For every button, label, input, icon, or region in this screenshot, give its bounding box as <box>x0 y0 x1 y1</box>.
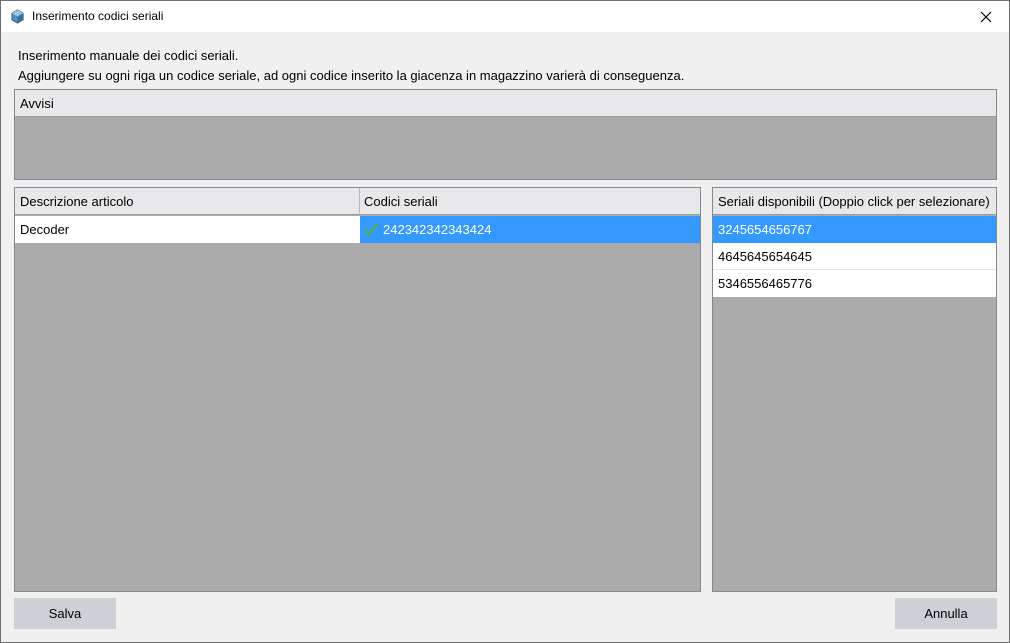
available-serials-header[interactable]: Seriali disponibili (Doppio click per se… <box>713 188 996 215</box>
avvisi-panel: Avvisi <box>14 89 997 180</box>
table-row[interactable]: Decoder 242342342343424 <box>15 216 700 243</box>
cancel-button[interactable]: Annulla <box>895 598 997 629</box>
dialog-window: Inserimento codici seriali Inserimento m… <box>0 0 1010 643</box>
title-bar: Inserimento codici seriali <box>1 1 1009 32</box>
avvisi-header: Avvisi <box>15 90 996 117</box>
column-header-serials[interactable]: Codici seriali <box>359 188 700 214</box>
app-icon <box>11 9 24 24</box>
cell-serial[interactable]: 242342342343424 <box>360 216 700 243</box>
close-icon <box>980 11 992 22</box>
instructions-line-2: Aggiungere su ogni riga un codice serial… <box>18 68 685 83</box>
window-title: Inserimento codici seriali <box>32 9 164 23</box>
available-serials-list[interactable]: Seriali disponibili (Doppio click per se… <box>712 187 997 592</box>
list-item[interactable]: 3245654656767 <box>713 216 996 243</box>
column-separator <box>359 188 360 215</box>
list-item[interactable]: 5346556465776 <box>713 270 996 297</box>
column-header-description[interactable]: Descrizione articolo <box>15 188 359 214</box>
items-table-header: Descrizione articolo Codici seriali <box>15 188 700 215</box>
instructions-line-1: Inserimento manuale dei codici seriali. <box>18 48 239 63</box>
avvisi-header-label: Avvisi <box>20 95 54 111</box>
list-item[interactable]: 4645645654645 <box>713 243 996 270</box>
cell-description[interactable]: Decoder <box>15 216 360 243</box>
check-icon <box>363 223 379 235</box>
close-button[interactable] <box>963 1 1009 32</box>
items-table[interactable]: Descrizione articolo Codici seriali Deco… <box>14 187 701 592</box>
save-button[interactable]: Salva <box>14 598 116 629</box>
instructions: Inserimento manuale dei codici seriali. … <box>18 46 684 86</box>
